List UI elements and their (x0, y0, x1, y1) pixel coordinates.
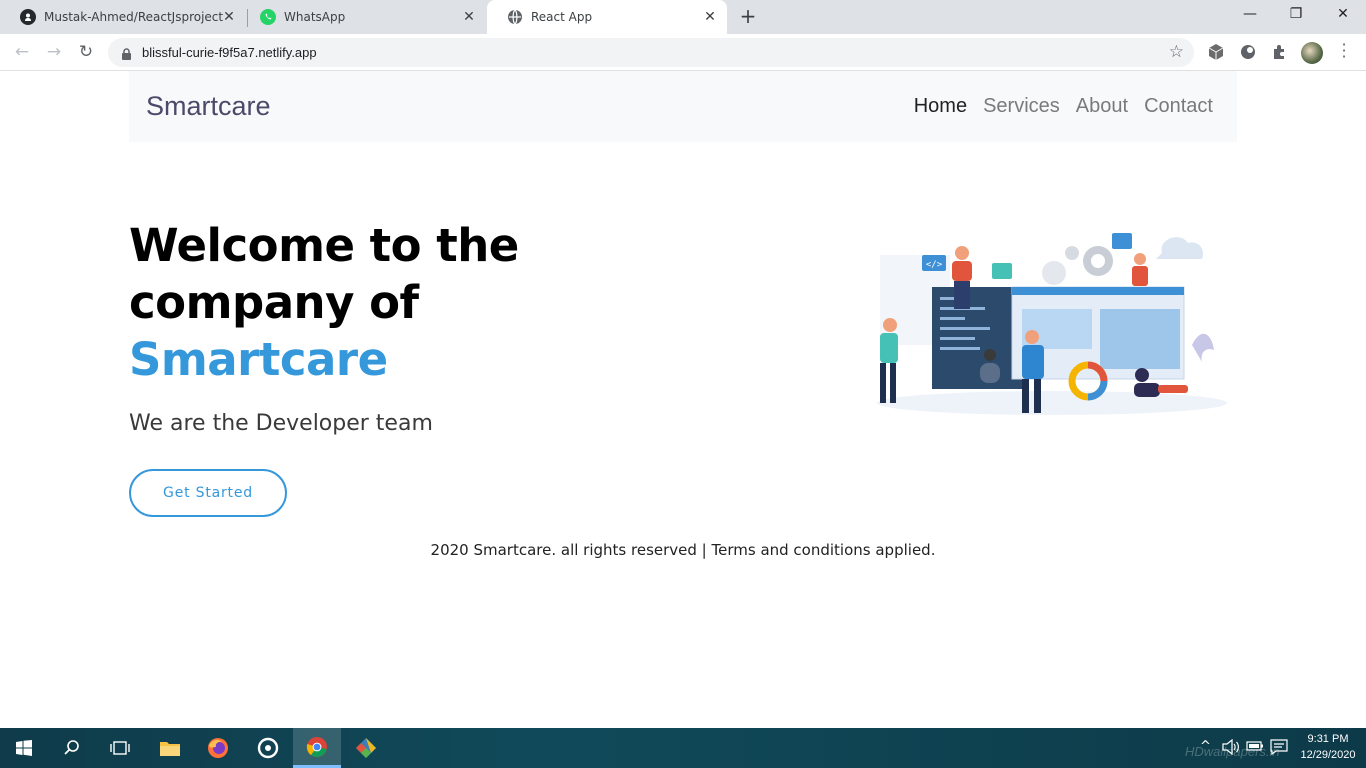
whatsapp-icon (260, 9, 276, 25)
close-tab-icon[interactable]: ✕ (703, 10, 717, 24)
show-hidden-icons-icon[interactable]: ^ (1200, 739, 1211, 754)
site-navbar: Smartcare Home Services About Contact (129, 71, 1237, 142)
media-player-icon[interactable] (244, 728, 292, 768)
hero-title-brand: Smartcare (129, 333, 388, 386)
git-icon[interactable] (342, 728, 390, 768)
battery-icon[interactable] (1246, 739, 1264, 757)
search-icon[interactable] (48, 728, 96, 768)
tab-react-app[interactable]: React App ✕ (487, 0, 727, 34)
back-icon[interactable]: ← (12, 42, 32, 62)
globe-icon (507, 9, 523, 25)
forward-icon[interactable]: → (44, 42, 64, 62)
address-bar[interactable]: blissful-curie-f9f5a7.netlify.app ☆ (108, 38, 1194, 67)
nav-home[interactable]: Home (914, 95, 967, 118)
restore-icon[interactable]: ❐ (1286, 6, 1306, 26)
more-menu-icon[interactable]: · · · (1340, 37, 1348, 65)
system-clock[interactable]: 9:31 PM 12/29/2020 (1296, 731, 1360, 763)
tab-strip: Mustak-Ahmed/ReactJsproject ✕ WhatsApp ✕… (0, 0, 1366, 34)
clock-date: 12/29/2020 (1300, 749, 1356, 761)
extension-circle-icon[interactable] (1239, 43, 1257, 61)
hero-title: Welcome to the company of Smartcare (129, 217, 589, 388)
profile-avatar[interactable] (1301, 42, 1323, 64)
get-started-button[interactable]: Get Started (129, 469, 287, 517)
url-text: blissful-curie-f9f5a7.netlify.app (142, 45, 317, 60)
site-brand[interactable]: Smartcare (146, 91, 271, 122)
nav-about[interactable]: About (1076, 95, 1128, 118)
tab-github[interactable]: Mustak-Ahmed/ReactJsproject ✕ (0, 0, 246, 34)
start-windows-icon[interactable] (0, 728, 48, 768)
close-window-icon[interactable]: ✕ (1333, 6, 1353, 26)
firefox-icon[interactable] (194, 728, 242, 768)
svg-text:</>: </> (926, 260, 943, 270)
close-tab-icon[interactable]: ✕ (462, 10, 476, 24)
bookmark-star-icon[interactable]: ☆ (1169, 42, 1184, 62)
extension-cube-icon[interactable] (1207, 43, 1225, 61)
nav-services[interactable]: Services (983, 95, 1060, 118)
nav-links: Home Services About Contact (914, 95, 1213, 118)
extensions-puzzle-icon[interactable] (1271, 43, 1289, 61)
site-footer: 2020 Smartcare. all rights reserved | Te… (430, 541, 936, 559)
hero-title-line2: company of (129, 276, 419, 329)
hero-subtitle: We are the Developer team (129, 411, 433, 436)
new-tab-icon[interactable]: + (738, 6, 758, 27)
file-explorer-icon[interactable] (146, 728, 194, 768)
nav-contact[interactable]: Contact (1144, 95, 1213, 118)
tab-title: WhatsApp (284, 10, 346, 24)
minimize-icon[interactable]: — (1240, 6, 1260, 26)
notifications-icon[interactable] (1270, 739, 1288, 759)
volume-icon[interactable] (1222, 738, 1240, 759)
lock-icon (121, 46, 132, 65)
close-tab-icon[interactable]: ✕ (222, 10, 236, 24)
tab-whatsapp[interactable]: WhatsApp ✕ (240, 0, 486, 34)
chrome-icon[interactable] (293, 728, 341, 768)
windows-taskbar: HDwallpapers.in ^ 9:31 PM 12/29/2020 (0, 728, 1366, 768)
browser-toolbar: ← → ↻ blissful-curie-f9f5a7.netlify.app … (0, 34, 1366, 71)
tab-title: React App (531, 10, 593, 24)
tab-title: Mustak-Ahmed/ReactJsproject (44, 10, 224, 24)
web-page: Smartcare Home Services About Contact We… (0, 71, 1366, 728)
task-view-icon[interactable] (96, 728, 144, 768)
hero-title-line1: Welcome to the (129, 219, 519, 272)
github-icon (20, 9, 36, 25)
developer-team-illustration: </> (877, 233, 1227, 415)
reload-icon[interactable]: ↻ (76, 42, 96, 62)
clock-time: 9:31 PM (1307, 733, 1349, 745)
